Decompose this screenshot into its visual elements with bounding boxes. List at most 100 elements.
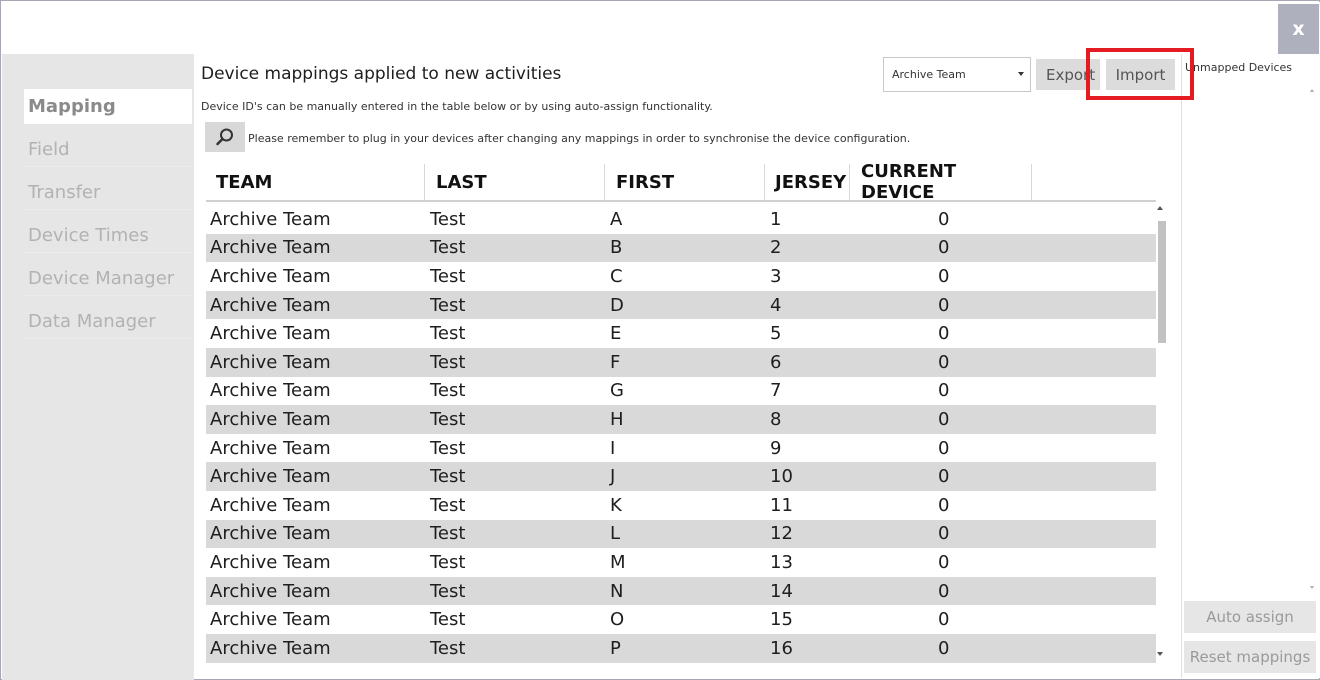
cell-jersey: 9: [770, 437, 782, 459]
cell-current-device[interactable]: 0: [938, 405, 949, 434]
reset-mappings-button[interactable]: Reset mappings: [1184, 641, 1316, 673]
table-row[interactable]: Archive Team Test J 10 0: [206, 462, 1156, 491]
table-row[interactable]: Archive Team Test C 3 0: [206, 262, 1156, 291]
sidebar-item-mapping[interactable]: Mapping: [24, 89, 192, 124]
sidebar-item-data-manager[interactable]: Data Manager: [24, 304, 192, 339]
cell-first: C: [610, 265, 623, 287]
unmapped-devices-label: Unmapped Devices: [1185, 61, 1293, 74]
table-row[interactable]: Archive Team Test L 12 0: [206, 519, 1156, 549]
cell-first: P: [610, 637, 621, 659]
cell-jersey: 5: [770, 323, 782, 345]
table-scrollbar[interactable]: [1155, 204, 1167, 664]
sidebar-item-transfer[interactable]: Transfer: [24, 175, 192, 210]
cell-last: Test: [430, 523, 466, 545]
cell-team: Archive Team: [210, 523, 331, 545]
cell-jersey: 4: [770, 294, 782, 316]
cell-current-device[interactable]: 0: [938, 205, 949, 234]
cell-team: Archive Team: [210, 609, 331, 631]
cell-team: Archive Team: [210, 380, 331, 402]
title-bar: [2, 2, 1320, 54]
cell-current-device[interactable]: 0: [938, 262, 949, 291]
cell-team: Archive Team: [210, 351, 331, 373]
column-header-last[interactable]: LAST: [425, 164, 605, 200]
cell-first: O: [610, 609, 625, 631]
cell-current-device[interactable]: 0: [938, 577, 949, 606]
cell-last: Test: [430, 265, 466, 287]
cell-team: Archive Team: [210, 294, 331, 316]
cell-team: Archive Team: [210, 208, 331, 230]
scroll-up-arrow-icon[interactable]: [1157, 206, 1163, 210]
cell-last: Test: [430, 637, 466, 659]
unmapped-devices-panel: Unmapped Devices Auto assign Reset mappi…: [1181, 54, 1320, 678]
reminder-text: Please remember to plug in your devices …: [248, 132, 911, 145]
cell-team: Archive Team: [210, 437, 331, 459]
column-header-current-device[interactable]: CURRENT DEVICE: [850, 161, 1032, 203]
cell-team: Archive Team: [210, 580, 331, 602]
sidebar-item-field[interactable]: Field: [24, 132, 192, 167]
cell-current-device[interactable]: 0: [938, 520, 949, 549]
team-dropdown[interactable]: Archive Team: [883, 57, 1031, 92]
close-button[interactable]: x: [1278, 4, 1319, 54]
column-header-team[interactable]: TEAM: [206, 164, 425, 200]
table-row[interactable]: Archive Team Test P 16 0: [206, 633, 1156, 663]
cell-team: Archive Team: [210, 551, 331, 573]
cell-team: Archive Team: [210, 408, 331, 430]
import-button[interactable]: Import: [1106, 59, 1175, 90]
panel-scroll-up-icon[interactable]: [1310, 89, 1314, 92]
table-row[interactable]: Archive Team Test H 8 0: [206, 405, 1156, 434]
export-button[interactable]: Export: [1036, 59, 1100, 90]
sidebar: Mapping Field Transfer Device Times Devi…: [2, 54, 194, 680]
cell-first: B: [610, 237, 623, 259]
cell-last: Test: [430, 351, 466, 373]
cell-first: F: [610, 351, 621, 373]
table-row[interactable]: Archive Team Test E 5 0: [206, 319, 1156, 348]
cell-first: E: [610, 323, 622, 345]
cell-jersey: 1: [770, 208, 782, 230]
cell-last: Test: [430, 437, 466, 459]
cell-jersey: 10: [770, 466, 793, 488]
cell-last: Test: [430, 609, 466, 631]
cell-current-device[interactable]: 0: [938, 462, 949, 491]
table-row[interactable]: Archive Team Test O 15 0: [206, 605, 1156, 634]
cell-current-device[interactable]: 0: [938, 634, 949, 663]
cell-current-device[interactable]: 0: [938, 348, 949, 377]
table-row[interactable]: Archive Team Test A 1 0: [206, 205, 1156, 234]
cell-jersey: 15: [770, 609, 793, 631]
table-row[interactable]: Archive Team Test M 13 0: [206, 548, 1156, 577]
table-row[interactable]: Archive Team Test G 7 0: [206, 377, 1156, 406]
table-row[interactable]: Archive Team Test F 6 0: [206, 347, 1156, 377]
scroll-down-arrow-icon[interactable]: [1157, 652, 1163, 656]
scroll-thumb[interactable]: [1158, 221, 1166, 343]
sidebar-item-device-times[interactable]: Device Times: [24, 218, 192, 253]
chevron-down-icon: [1018, 72, 1024, 76]
column-header-jersey[interactable]: JERSEY: [765, 164, 850, 200]
cell-current-device[interactable]: 0: [938, 234, 949, 263]
cell-current-device[interactable]: 0: [938, 491, 949, 520]
sidebar-item-device-manager[interactable]: Device Manager: [24, 261, 192, 296]
cell-current-device[interactable]: 0: [938, 548, 949, 577]
cell-current-device[interactable]: 0: [938, 377, 949, 406]
panel-scroll-down-icon[interactable]: [1310, 586, 1314, 589]
cell-current-device[interactable]: 0: [938, 319, 949, 348]
cell-first: M: [610, 551, 626, 573]
search-button[interactable]: [205, 122, 245, 152]
table-row[interactable]: Archive Team Test B 2 0: [206, 233, 1156, 263]
cell-jersey: 14: [770, 580, 793, 602]
cell-jersey: 13: [770, 551, 793, 573]
column-header-first[interactable]: FIRST: [605, 164, 765, 200]
cell-jersey: 11: [770, 494, 793, 516]
auto-assign-button[interactable]: Auto assign: [1184, 601, 1316, 633]
cell-last: Test: [430, 323, 466, 345]
cell-team: Archive Team: [210, 637, 331, 659]
cell-last: Test: [430, 580, 466, 602]
table-row[interactable]: Archive Team Test D 4 0: [206, 290, 1156, 320]
cell-current-device[interactable]: 0: [938, 291, 949, 320]
cell-last: Test: [430, 551, 466, 573]
cell-current-device[interactable]: 0: [938, 605, 949, 634]
table-header: TEAM LAST FIRST JERSEY CURRENT DEVICE: [206, 161, 1156, 203]
cell-first: D: [610, 294, 624, 316]
cell-current-device[interactable]: 0: [938, 434, 949, 463]
table-row[interactable]: Archive Team Test I 9 0: [206, 434, 1156, 463]
table-row[interactable]: Archive Team Test N 14 0: [206, 576, 1156, 606]
table-row[interactable]: Archive Team Test K 11 0: [206, 491, 1156, 520]
